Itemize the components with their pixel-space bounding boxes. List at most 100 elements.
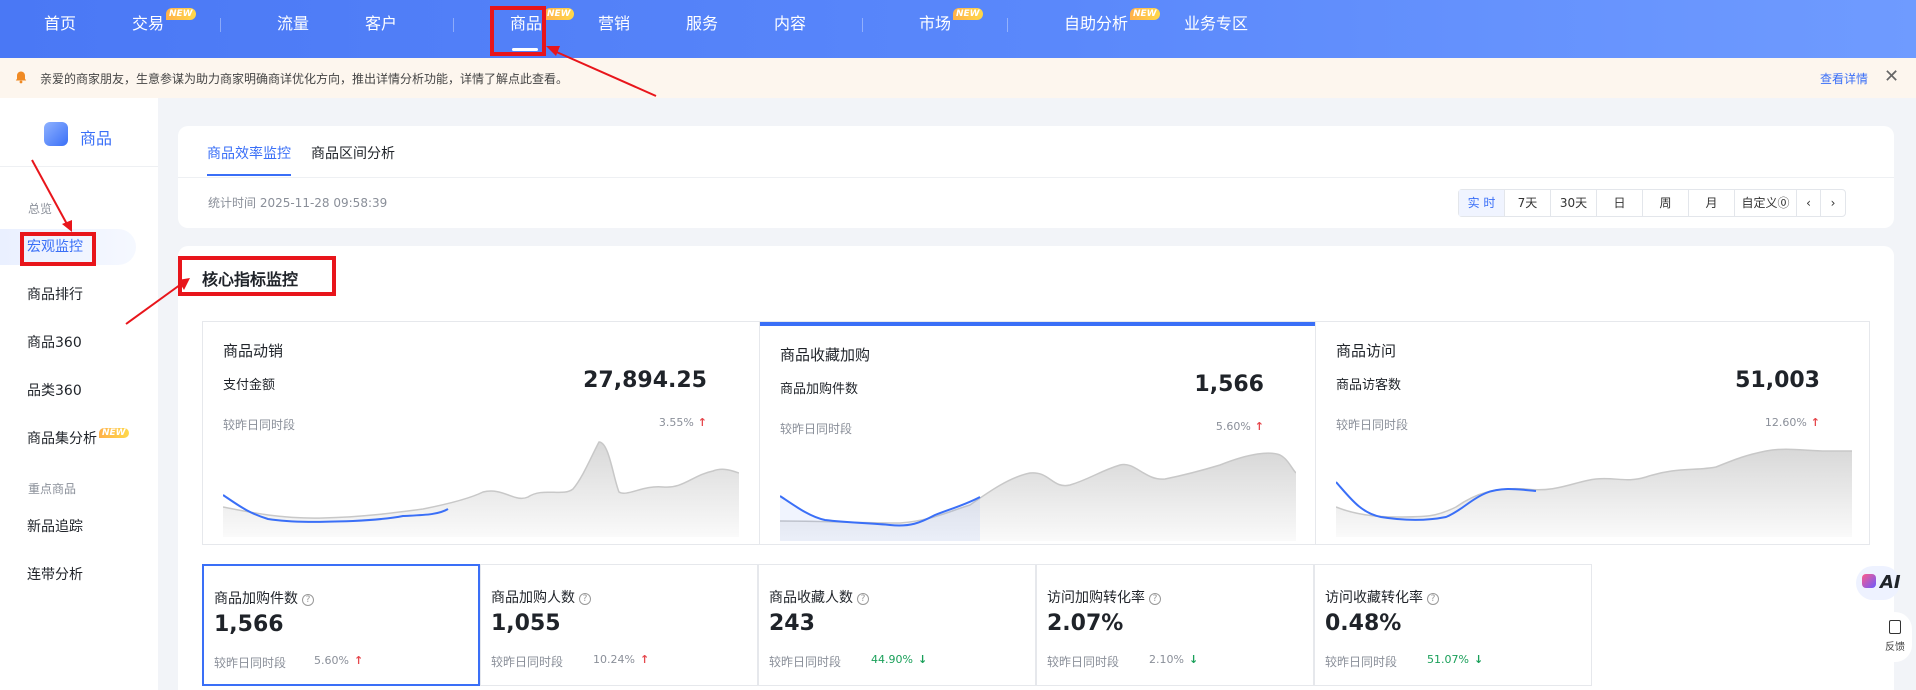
close-icon[interactable]: ✕ — [1884, 66, 1899, 87]
panel-goods-visit[interactable]: 商品访问 商品访客数 51,003 较昨日同时段 12.60% ↑ — [1316, 322, 1872, 544]
metric-card-visit-cart-rate[interactable]: 访问加购转化率? 2.07% 较昨日同时段 2.10% ↓ — [1036, 564, 1314, 686]
metric-card-visit-favorite-rate[interactable]: 访问收藏转化率? 0.48% 较昨日同时段 51.07% ↓ — [1314, 564, 1592, 686]
nav-item-customer[interactable]: 客户 — [365, 12, 397, 36]
panel-favorite-cart[interactable]: 商品收藏加购 商品加购件数 1,566 较昨日同时段 5.60% ↑ — [760, 322, 1316, 544]
metric-change-value: 10.24% — [593, 653, 635, 666]
panel-label: 商品加购件数 — [780, 382, 859, 397]
panel-value: 27,894.25 — [583, 368, 707, 393]
nav-label: 自助分析 — [1064, 14, 1129, 33]
metric-value: 1,055 — [491, 611, 561, 636]
panel-title: 商品动销 — [223, 342, 284, 360]
nav-divider — [453, 18, 454, 32]
nav-item-content[interactable]: 内容 — [774, 12, 806, 36]
range-week-button[interactable]: 周 — [1643, 190, 1689, 216]
sidebar-item-goods-set-analysis[interactable]: 商品集分析 NEW — [0, 421, 158, 457]
range-day-button[interactable]: 日 — [1597, 190, 1643, 216]
arrow-up-icon: ↑ — [697, 416, 707, 429]
core-metrics-card: 核心指标监控 商品动销 支付金额 27,894.25 较昨日同时段 3.55% ↑… — [178, 246, 1894, 690]
metric-title-text: 访问加购转化率 — [1047, 590, 1145, 606]
arrow-down-icon: ↓ — [1473, 653, 1484, 666]
active-tab-underline — [207, 174, 291, 176]
feedback-icon — [1889, 620, 1901, 634]
tab-range-analysis[interactable]: 商品区间分析 — [311, 143, 395, 163]
metric-compare: 较昨日同时段 — [214, 656, 287, 670]
panel-goods-sales[interactable]: 商品动销 支付金额 27,894.25 较昨日同时段 3.55% ↑ — [203, 322, 759, 544]
metric-title: 商品加购件数? — [214, 588, 314, 608]
range-month-button[interactable]: 月 — [1689, 190, 1735, 216]
range-realtime-button[interactable]: 实 时 — [1459, 190, 1505, 216]
sparkline-yesterday-area — [1336, 449, 1852, 537]
nav-label: 流量 — [277, 14, 310, 33]
panel-change-value: 5.60% — [1215, 420, 1251, 433]
nav-label: 营销 — [598, 14, 631, 33]
nav-item-trade[interactable]: 交易 NEW — [132, 8, 196, 36]
sidebar-item-goods-ranking[interactable]: 商品排行 — [0, 277, 158, 313]
arrow-up-icon: ↑ — [1810, 416, 1820, 429]
panel-value: 1,566 — [1194, 372, 1264, 397]
sidebar-group-key-goods: 重点商品 — [28, 482, 77, 496]
sidebar-item-bundle-analysis[interactable]: 连带分析 — [0, 557, 158, 593]
metric-title-text: 商品加购件数 — [214, 591, 298, 607]
range-custom-button[interactable]: 自定义⓪ — [1735, 190, 1797, 216]
panel-change-value: 12.60% — [1764, 416, 1807, 429]
metric-card-cart-users[interactable]: 商品加购人数? 1,055 较昨日同时段 10.24% ↑ — [480, 564, 758, 686]
chevron-left-icon[interactable]: ‹ — [1797, 190, 1821, 216]
panel-change-value: 3.55% — [658, 416, 694, 429]
metric-card-cart-items[interactable]: 商品加购件数? 1,566 较昨日同时段 5.60% ↑ — [202, 564, 480, 686]
metric-value: 0.48% — [1325, 611, 1402, 636]
notice-bar: 亲爱的商家朋友，生意参谋为助力商家明确商详优化方向，推出详情分析功能，详情了解点… — [0, 58, 1916, 98]
metric-change: 44.90% ↓ — [871, 653, 927, 666]
metric-change: 5.60% ↑ — [314, 654, 363, 667]
arrow-up-icon: ↑ — [639, 653, 650, 666]
sidebar-item-category-360[interactable]: 品类360 — [0, 373, 158, 409]
panel-label: 商品访客数 — [1336, 378, 1402, 393]
sidebar-item-new-goods-tracking[interactable]: 新品追踪 — [0, 509, 158, 545]
stat-time: 统计时间 2025-11-28 09:58:39 — [208, 196, 388, 210]
view-details-link[interactable]: 查看详情 — [1820, 70, 1868, 87]
metric-change: 51.07% ↓ — [1427, 653, 1483, 666]
panel-value: 51,003 — [1735, 368, 1820, 393]
metric-title-text: 商品收藏人数 — [769, 590, 853, 606]
time-range-selector: 实 时 7天 30天 日 周 月 自定义⓪ ‹ › — [1458, 189, 1846, 217]
metric-compare: 较昨日同时段 — [491, 655, 564, 669]
nav-item-self-analysis[interactable]: 自助分析 NEW — [1064, 8, 1160, 36]
panel-change: 5.60% ↑ — [1216, 420, 1264, 433]
panel-title: 商品访问 — [1336, 342, 1397, 360]
sidebar: 商品 总览 宏观监控 商品排行 商品360 品类360 商品集分析 NEW 重点商… — [0, 98, 158, 690]
metric-title: 商品加购人数? — [491, 587, 591, 607]
nav-item-service[interactable]: 服务 — [686, 12, 718, 36]
feedback-button[interactable]: 反馈 — [1878, 612, 1912, 662]
help-icon[interactable]: ? — [1149, 593, 1161, 605]
nav-item-business-zone[interactable]: 业务专区 — [1184, 12, 1248, 36]
panel-label: 支付金额 — [223, 378, 276, 393]
nav-item-market[interactable]: 市场 NEW — [919, 8, 983, 36]
nav-label: 服务 — [686, 14, 719, 33]
metric-compare: 较昨日同时段 — [769, 655, 842, 669]
metric-card-favorite-users[interactable]: 商品收藏人数? 243 较昨日同时段 44.90% ↓ — [758, 564, 1036, 686]
nav-label: 业务专区 — [1184, 14, 1249, 33]
ai-assistant-button[interactable]: AI — [1856, 566, 1901, 600]
nav-item-marketing[interactable]: 营销 — [598, 12, 630, 36]
help-icon[interactable]: ? — [302, 594, 314, 606]
nav-divider — [1007, 18, 1008, 32]
help-icon[interactable]: ? — [1427, 593, 1439, 605]
help-icon[interactable]: ? — [857, 593, 869, 605]
panel-change: 12.60% ↑ — [1765, 416, 1820, 429]
range-7d-button[interactable]: 7天 — [1505, 190, 1551, 216]
nav-label: 交易 — [132, 14, 165, 33]
chevron-right-icon[interactable]: › — [1821, 190, 1845, 216]
metric-value: 243 — [769, 611, 815, 636]
nav-item-traffic[interactable]: 流量 — [277, 12, 309, 36]
sidebar-header: 商品 — [44, 122, 134, 148]
ai-label: AI — [1880, 572, 1901, 593]
sparkline-chart — [1336, 448, 1852, 537]
sparkline-today-area — [780, 496, 980, 541]
sidebar-item-goods-360[interactable]: 商品360 — [0, 325, 158, 361]
metric-compare: 较昨日同时段 — [1325, 655, 1398, 669]
tab-efficiency-monitor[interactable]: 商品效率监控 — [207, 143, 291, 163]
arrow-up-icon: ↑ — [353, 654, 364, 667]
help-icon[interactable]: ? — [579, 593, 591, 605]
annotation-box-nav-goods — [490, 6, 546, 56]
range-30d-button[interactable]: 30天 — [1551, 190, 1597, 216]
nav-item-home[interactable]: 首页 — [44, 12, 76, 36]
